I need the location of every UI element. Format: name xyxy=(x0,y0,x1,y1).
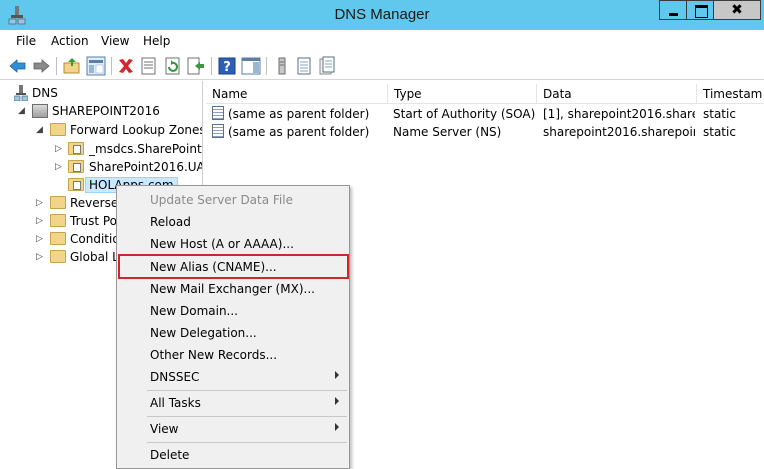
tree-label: SharePoint2016.UAT. xyxy=(89,160,203,174)
collapsed-arrow-icon[interactable]: ▷ xyxy=(55,162,63,172)
forward-arrow-icon[interactable] xyxy=(31,56,51,76)
cell-timestamp: static xyxy=(703,107,736,121)
show-hide-action-pane-icon[interactable] xyxy=(241,56,261,76)
tree-label: Conditio xyxy=(70,232,120,246)
cell-name: (same as parent folder) xyxy=(228,107,370,121)
menu-help[interactable]: Help xyxy=(143,34,170,48)
menu-separator xyxy=(147,442,347,443)
close-button[interactable]: ✖ xyxy=(713,0,761,20)
dns-icon xyxy=(14,85,28,101)
tree-node-server[interactable]: ◢ SHAREPOINT2016 xyxy=(0,102,200,120)
menu-item-new-delegation[interactable]: New Delegation... xyxy=(117,322,349,344)
expanded-arrow-icon[interactable]: ◢ xyxy=(36,125,44,135)
folder-icon xyxy=(50,214,66,227)
show-hide-console-tree-icon[interactable] xyxy=(86,56,106,76)
menu-item-view[interactable]: View xyxy=(117,418,349,440)
record-icon xyxy=(212,106,224,120)
cell-data: [1], sharepoint2016.sharep... xyxy=(543,107,695,121)
menu-item-delete[interactable]: Delete xyxy=(117,444,349,466)
menu-item-new-domain[interactable]: New Domain... xyxy=(117,300,349,322)
folder-icon xyxy=(50,250,66,263)
menu-separator xyxy=(147,416,347,417)
minimize-button[interactable] xyxy=(659,0,687,20)
collapsed-arrow-icon[interactable]: ▷ xyxy=(55,144,63,154)
table-row[interactable]: (same as parent folder) Name Server (NS)… xyxy=(206,123,764,141)
menu-item-reload[interactable]: Reload xyxy=(117,211,349,233)
folder-icon xyxy=(50,123,66,136)
export-list-icon[interactable] xyxy=(186,56,206,76)
toolbar-separator xyxy=(211,57,212,75)
maximize-button[interactable] xyxy=(686,0,714,20)
menu-bar: File Action View Help xyxy=(0,30,764,52)
cell-type: Start of Authority (SOA) xyxy=(393,107,535,121)
toolbar-separator xyxy=(266,57,267,75)
menu-file[interactable]: File xyxy=(16,34,36,48)
tree-label: _msdcs.SharePoint20 xyxy=(89,142,202,156)
menu-item-dnssec[interactable]: DNSSEC xyxy=(117,366,349,388)
tree-label: SHAREPOINT2016 xyxy=(52,104,160,118)
collapsed-arrow-icon[interactable]: ▷ xyxy=(36,234,44,244)
menu-item-other-new-records[interactable]: Other New Records... xyxy=(117,344,349,366)
title-bar: DNS Manager ✖ xyxy=(0,0,764,30)
cell-type: Name Server (NS) xyxy=(393,125,502,139)
toolbar: ? xyxy=(0,52,764,80)
menu-item-new-mail-exchanger[interactable]: New Mail Exchanger (MX)... xyxy=(117,278,349,300)
folder-icon xyxy=(50,196,66,209)
menu-item-all-tasks[interactable]: All Tasks xyxy=(117,392,349,414)
tree-node-dns[interactable]: DNS xyxy=(0,84,200,102)
zone-folder-icon xyxy=(68,160,84,173)
menu-item-new-host[interactable]: New Host (A or AAAA)... xyxy=(117,233,349,255)
server-icon xyxy=(32,104,48,118)
submenu-arrow-icon xyxy=(335,371,339,379)
cell-name: (same as parent folder) xyxy=(228,125,370,139)
cell-timestamp: static xyxy=(703,125,736,139)
tree-label: Trust Po xyxy=(70,214,118,228)
context-menu: Update Server Data File Reload New Host … xyxy=(116,185,350,469)
menu-item-new-alias[interactable]: New Alias (CNAME)... xyxy=(117,256,349,278)
toolbar-separator xyxy=(56,57,57,75)
zone-folder-icon xyxy=(68,178,84,191)
tree-label: Forward Lookup Zones xyxy=(70,123,203,137)
up-folder-icon[interactable] xyxy=(62,56,82,76)
tree-node-forward-lookup-zones[interactable]: ◢ Forward Lookup Zones xyxy=(0,121,203,139)
menu-view[interactable]: View xyxy=(101,34,129,48)
properties-icon[interactable] xyxy=(139,56,159,76)
column-header-data[interactable]: Data xyxy=(537,84,697,104)
zone-folder-icon xyxy=(68,142,84,155)
tree-node-zone-uat[interactable]: ▷ SharePoint2016.UAT. xyxy=(0,158,203,176)
submenu-arrow-icon xyxy=(335,423,339,431)
column-header-type[interactable]: Type xyxy=(388,84,537,104)
server-icon[interactable] xyxy=(272,56,292,76)
menu-action[interactable]: Action xyxy=(51,34,89,48)
folder-icon xyxy=(50,232,66,245)
close-icon: ✖ xyxy=(731,2,743,18)
collapsed-arrow-icon[interactable]: ▷ xyxy=(36,216,44,226)
menu-item-update-server-data-file: Update Server Data File xyxy=(150,193,293,207)
svg-text:?: ? xyxy=(223,60,231,75)
delete-icon[interactable] xyxy=(116,56,136,76)
menu-separator xyxy=(147,390,347,391)
column-header-timestamp[interactable]: Timestam xyxy=(697,84,764,104)
table-row[interactable]: (same as parent folder) Start of Authori… xyxy=(206,105,764,123)
tree-label: DNS xyxy=(32,86,58,100)
list-header: Name Type Data Timestam xyxy=(206,84,764,104)
record-list-icon[interactable] xyxy=(294,56,314,76)
record-icon xyxy=(212,124,224,138)
toolbar-separator xyxy=(111,57,112,75)
back-arrow-icon[interactable] xyxy=(8,56,28,76)
record-list-alt-icon[interactable] xyxy=(317,56,337,76)
submenu-arrow-icon xyxy=(335,397,339,405)
refresh-icon[interactable] xyxy=(163,56,183,76)
cell-data: sharepoint2016.sharepoint... xyxy=(543,125,695,139)
tree-node-zone-msdcs[interactable]: ▷ _msdcs.SharePoint20 xyxy=(0,140,202,158)
collapsed-arrow-icon[interactable]: ▷ xyxy=(36,198,44,208)
window-title: DNS Manager xyxy=(334,6,430,23)
help-icon[interactable]: ? xyxy=(217,56,237,76)
column-header-name[interactable]: Name xyxy=(206,84,388,104)
collapsed-arrow-icon[interactable]: ▷ xyxy=(36,252,44,262)
expanded-arrow-icon[interactable]: ◢ xyxy=(18,106,26,116)
